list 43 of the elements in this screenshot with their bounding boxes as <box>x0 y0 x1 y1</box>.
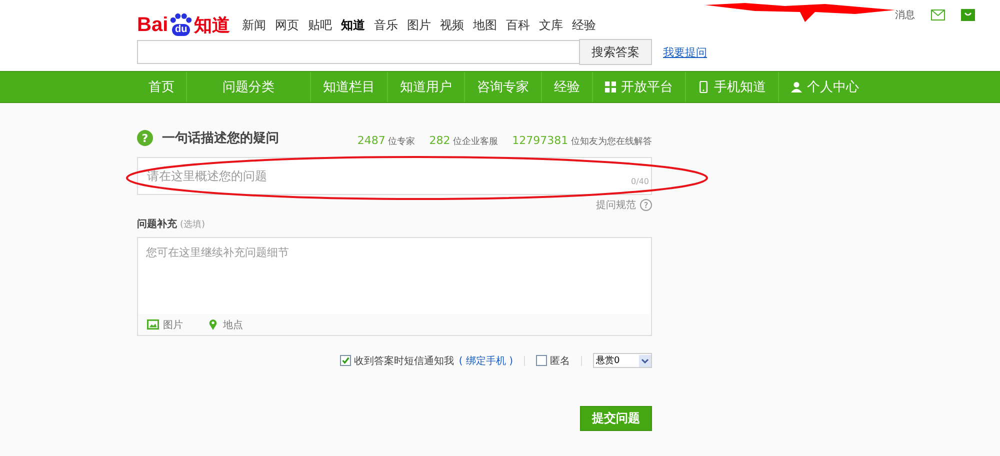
baidu-zhidao-logo[interactable]: Bai du 知道 <box>137 13 230 36</box>
help-icon[interactable]: ? <box>640 199 652 211</box>
product-link[interactable]: 百科 <box>506 17 530 34</box>
reward-dropdown[interactable]: 悬赏0 <box>593 353 652 368</box>
char-counter: 0/40 <box>631 177 649 186</box>
sms-checkbox[interactable] <box>340 355 351 366</box>
product-link[interactable]: 视频 <box>440 17 464 34</box>
bag-icon[interactable] <box>961 9 975 21</box>
product-link[interactable]: 知道 <box>341 17 366 34</box>
question-icon: ? <box>137 130 153 146</box>
product-link[interactable]: 贴吧 <box>308 17 332 34</box>
stat-text: 2487 位专家 <box>357 134 416 148</box>
form-title: 一句话描述您的疑问 <box>162 130 279 147</box>
bind-phone-link[interactable]: ( 绑定手机 ) <box>458 354 513 368</box>
product-link[interactable]: 经验 <box>572 17 596 34</box>
anonymous-label: 匿名 <box>550 354 570 368</box>
image-icon <box>147 319 159 330</box>
product-link[interactable]: 图片 <box>407 17 432 34</box>
phone-icon <box>698 81 709 93</box>
detail-field[interactable]: 您可在这里继续补充问题细节 图片 地点 <box>137 237 652 336</box>
rules-link[interactable]: 提问规范 <box>596 198 636 212</box>
submit-button[interactable]: 提交问题 <box>580 406 652 431</box>
mail-icon[interactable] <box>931 9 945 21</box>
product-link[interactable]: 音乐 <box>374 17 398 34</box>
product-link[interactable]: 网页 <box>275 17 300 34</box>
stat-text: 282 位企业客服 <box>429 134 498 148</box>
user-icon <box>791 81 802 93</box>
grid-icon <box>605 81 616 93</box>
product-link[interactable]: 新闻 <box>242 17 266 34</box>
product-link[interactable]: 文库 <box>539 17 564 34</box>
search-button[interactable]: 搜索答案 <box>579 39 652 65</box>
detail-label: 问题补充 <box>137 217 177 231</box>
anonymous-checkbox[interactable] <box>536 355 547 366</box>
attach-button[interactable]: 图片 <box>147 318 183 332</box>
sms-label: 收到答案时短信通知我 <box>354 354 454 368</box>
location-pin-icon <box>207 319 219 330</box>
optional-note: (选填) <box>180 218 206 230</box>
attach-button[interactable]: 地点 <box>207 318 243 332</box>
messages-link[interactable]: 消息 <box>895 8 915 22</box>
dropdown-caret-icon <box>639 354 651 366</box>
stat-text: 12797381 位知友为您在线解答 <box>512 134 652 148</box>
product-link[interactable]: 地图 <box>473 17 498 34</box>
ask-question-link[interactable]: 我要提问 <box>663 44 707 60</box>
